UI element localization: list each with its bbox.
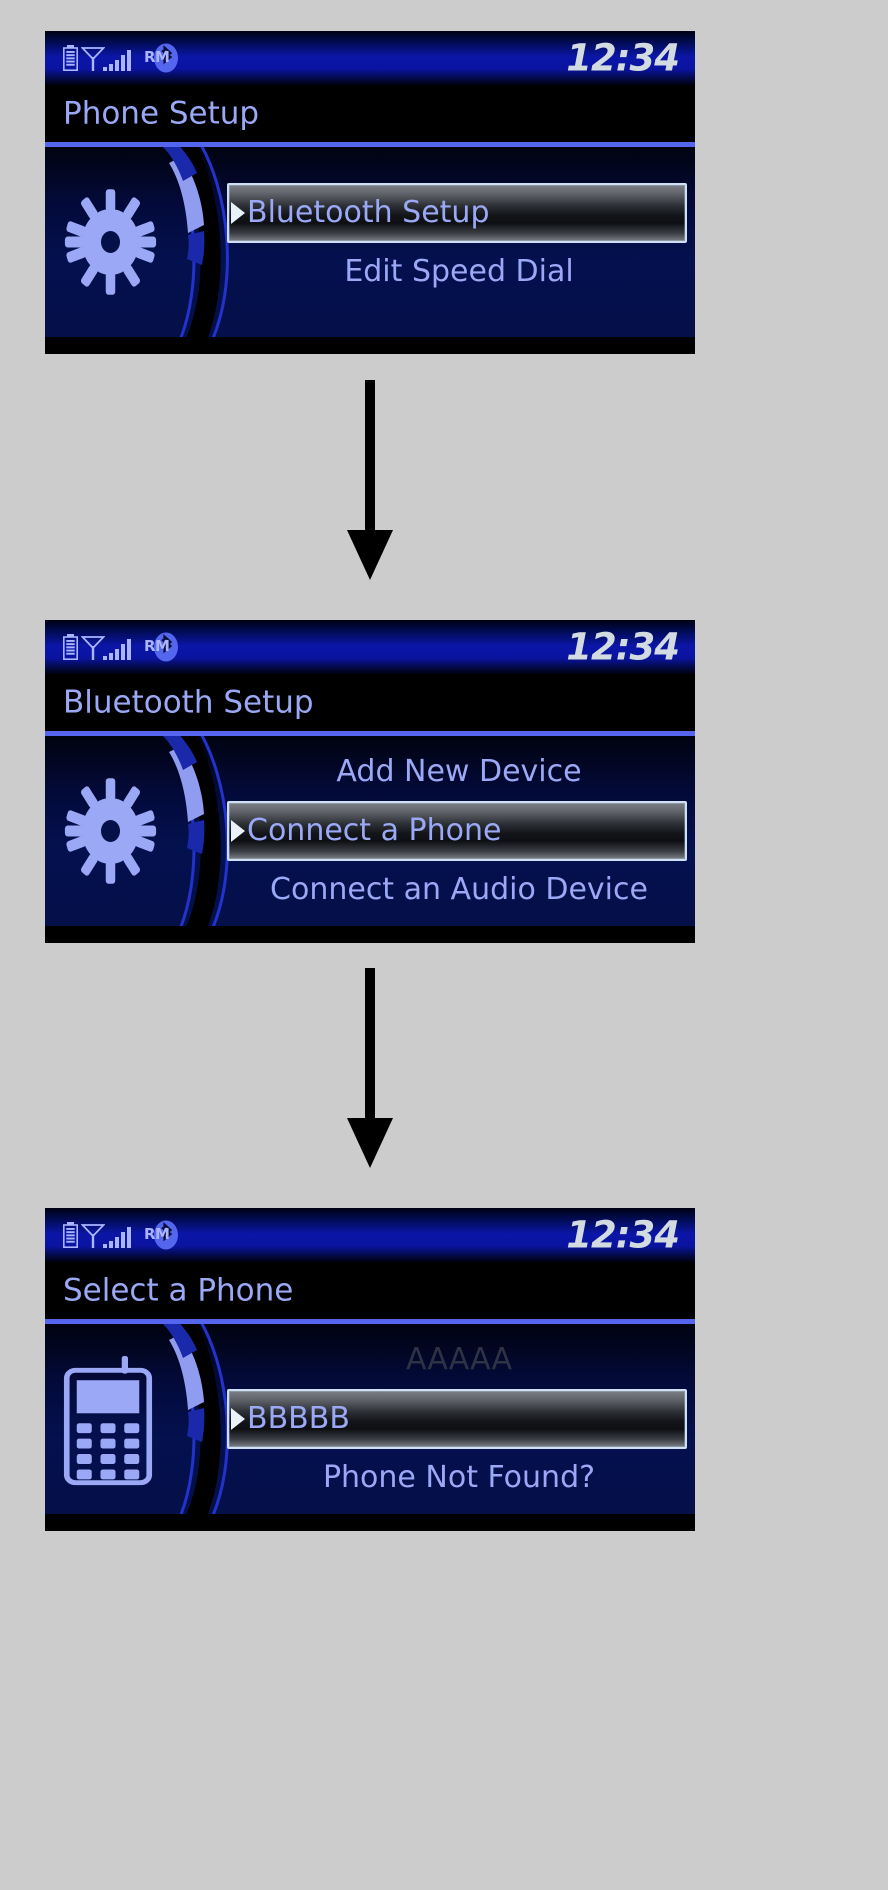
- screen-flow-diagram: RM 12:34 Phone Setup Bluetooth Setup Edi…: [0, 0, 888, 1890]
- status-icon-group: RM: [63, 31, 179, 85]
- gear-icon: [63, 776, 158, 886]
- antenna-icon: [80, 633, 106, 661]
- selection-arrow-icon: [231, 202, 245, 224]
- menu-item-label: Connect a Phone: [247, 813, 502, 848]
- menu-list: Bluetooth Setup Edit Speed Dial: [223, 147, 695, 337]
- screen-title-bar: Select a Phone: [45, 1262, 695, 1319]
- screen-title-bar: Bluetooth Setup: [45, 674, 695, 731]
- menu-item-label: Add New Device: [336, 754, 582, 789]
- screen-bottom-bar: [45, 926, 695, 943]
- menu-item-label: Phone Not Found?: [322, 1460, 596, 1495]
- mobile-phone-icon: [63, 1356, 158, 1486]
- flow-arrow-1: [340, 380, 400, 590]
- screen-bluetooth-setup: RM 12:34 Bluetooth Setup Add New Device …: [45, 620, 695, 943]
- selection-arrow-icon: [231, 1408, 245, 1430]
- signal-bars-icon: RM: [103, 634, 170, 660]
- page-title: Bluetooth Setup: [63, 684, 314, 720]
- status-bar: RM 12:34: [45, 620, 695, 674]
- signal-bars-icon: RM: [103, 45, 170, 71]
- status-bar: RM 12:34: [45, 1208, 695, 1262]
- menu-item-label: AAAAA: [406, 1342, 512, 1377]
- gear-icon: [63, 187, 158, 297]
- flow-arrow-2: [340, 968, 400, 1178]
- antenna-icon: [80, 44, 106, 72]
- menu-item-bluetooth-setup[interactable]: Bluetooth Setup: [227, 183, 687, 243]
- menu-item-label: Edit Speed Dial: [344, 254, 574, 289]
- status-icon-group: RM: [63, 620, 179, 674]
- battery-icon: [63, 1222, 78, 1249]
- menu-list: AAAAA BBBBB Phone Not Found?: [223, 1324, 695, 1514]
- screen-bottom-bar: [45, 1514, 695, 1531]
- roaming-label: RM: [144, 637, 170, 655]
- clock: 12:34: [566, 625, 680, 669]
- signal-bars-icon: RM: [103, 1222, 170, 1248]
- screen-bottom-bar: [45, 337, 695, 354]
- menu-item-phone-not-found[interactable]: Phone Not Found?: [223, 1449, 695, 1507]
- battery-icon: [63, 634, 78, 661]
- antenna-icon: [80, 1221, 106, 1249]
- screen-title-bar: Phone Setup: [45, 85, 695, 142]
- menu-list: Add New Device Connect a Phone Connect a…: [223, 736, 695, 926]
- menu-item-device-bbbbb[interactable]: BBBBB: [227, 1389, 687, 1449]
- screen-phone-setup: RM 12:34 Phone Setup Bluetooth Setup Edi…: [45, 31, 695, 354]
- battery-icon: [63, 45, 78, 72]
- status-bar: RM 12:34: [45, 31, 695, 85]
- roaming-label: RM: [144, 1225, 170, 1243]
- selection-arrow-icon: [231, 820, 245, 842]
- roaming-label: RM: [144, 48, 170, 66]
- menu-item-label: Connect an Audio Device: [270, 872, 648, 907]
- clock: 12:34: [566, 1213, 680, 1257]
- status-icon-group: RM: [63, 1208, 179, 1262]
- menu-item-edit-speed-dial[interactable]: Edit Speed Dial: [223, 243, 695, 301]
- menu-body: Add New Device Connect a Phone Connect a…: [45, 736, 695, 926]
- menu-item-connect-an-audio-device[interactable]: Connect an Audio Device: [223, 861, 695, 919]
- menu-body: AAAAA BBBBB Phone Not Found?: [45, 1324, 695, 1514]
- clock: 12:34: [566, 36, 680, 80]
- menu-item-label: BBBBB: [247, 1401, 350, 1436]
- page-title: Phone Setup: [63, 95, 260, 131]
- menu-item-label: Bluetooth Setup: [247, 195, 490, 230]
- menu-item-add-new-device[interactable]: Add New Device: [223, 743, 695, 801]
- screen-select-a-phone: RM 12:34 Select a Phone AAAAA BBBBB Phon…: [45, 1208, 695, 1531]
- menu-item-connect-a-phone[interactable]: Connect a Phone: [227, 801, 687, 861]
- menu-body: Bluetooth Setup Edit Speed Dial: [45, 147, 695, 337]
- menu-item-device-aaaaa[interactable]: AAAAA: [223, 1331, 695, 1389]
- page-title: Select a Phone: [63, 1272, 294, 1308]
